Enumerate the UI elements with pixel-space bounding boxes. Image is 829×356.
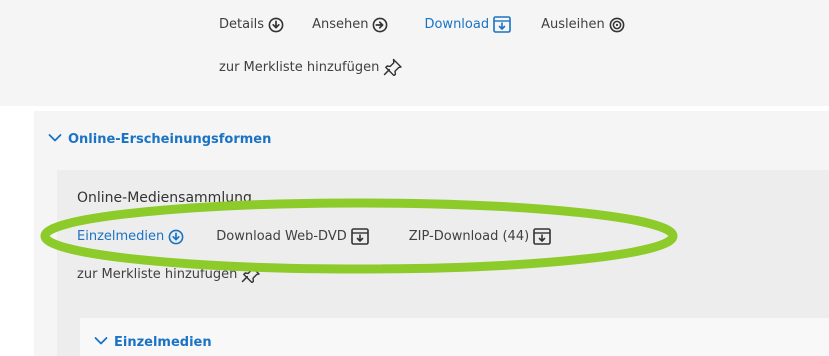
- download-label: Download: [424, 17, 490, 32]
- ansehen-label: Ansehen: [312, 17, 369, 32]
- section-title: Online-Erscheinungsformen: [68, 132, 272, 147]
- add-to-watchlist-link[interactable]: zur Merkliste hinzufügen: [77, 265, 261, 283]
- einzelmedien-toggle[interactable]: Einzelmedien: [94, 335, 212, 350]
- zip-download-link[interactable]: ZIP-Download (44): [409, 228, 551, 245]
- details-label: Details: [219, 17, 265, 32]
- media-item-card: Details Ansehen Download Ausleihen zur M…: [0, 0, 829, 106]
- einzelmedien-title: Einzelmedien: [114, 335, 212, 350]
- web-dvd-label: Download Web-DVD: [216, 229, 347, 244]
- top-action-row: Details Ansehen Download Ausleihen: [219, 16, 625, 33]
- arrow-down-circle-icon: [268, 17, 284, 33]
- page: Details Ansehen Download Ausleihen zur M…: [0, 0, 829, 356]
- ausleihen-link[interactable]: Ausleihen: [541, 17, 625, 33]
- einzelmedien-label: Einzelmedien: [77, 229, 165, 244]
- disc-icon: [609, 17, 625, 33]
- download-web-dvd-link[interactable]: Download Web-DVD: [216, 228, 369, 245]
- einzelmedien-link[interactable]: Einzelmedien: [77, 229, 184, 245]
- online-erscheinungsformen-toggle[interactable]: Online-Erscheinungsformen: [48, 132, 271, 147]
- ausleihen-label: Ausleihen: [541, 17, 605, 32]
- mediensammlung-action-row: Einzelmedien Download Web-DVD ZIP-Downlo…: [77, 228, 551, 245]
- arrow-down-circle-icon: [168, 229, 184, 245]
- add-to-watchlist-link[interactable]: zur Merkliste hinzufügen: [219, 58, 403, 76]
- download-box-icon: [350, 228, 369, 245]
- mediensammlung-merkliste-row: zur Merkliste hinzufügen: [77, 265, 261, 283]
- pin-icon: [241, 265, 261, 283]
- pin-icon: [383, 58, 403, 76]
- online-mediensammlung-title: Online-Mediensammlung: [77, 190, 252, 206]
- einzelmedien-subsection: Einzelmedien: [80, 318, 829, 356]
- arrow-right-circle-icon: [372, 17, 388, 33]
- merkliste-label: zur Merkliste hinzufügen: [77, 266, 238, 282]
- details-link[interactable]: Details: [219, 17, 284, 33]
- online-erscheinungsformen-section: Online-Erscheinungsformen Online-Mediens…: [34, 111, 829, 356]
- chevron-down-icon: [48, 132, 62, 147]
- download-link[interactable]: Download: [424, 16, 511, 33]
- online-mediensammlung-card: Online-Mediensammlung Einzelmedien Downl…: [57, 170, 829, 356]
- merkliste-label: zur Merkliste hinzufügen: [219, 59, 380, 75]
- top-merkliste-row: zur Merkliste hinzufügen: [219, 58, 403, 76]
- ansehen-link[interactable]: Ansehen: [312, 17, 388, 33]
- chevron-down-icon: [94, 335, 108, 350]
- download-box-icon: [493, 16, 511, 33]
- download-box-icon: [533, 228, 551, 245]
- zip-download-label: ZIP-Download (44): [408, 229, 530, 244]
